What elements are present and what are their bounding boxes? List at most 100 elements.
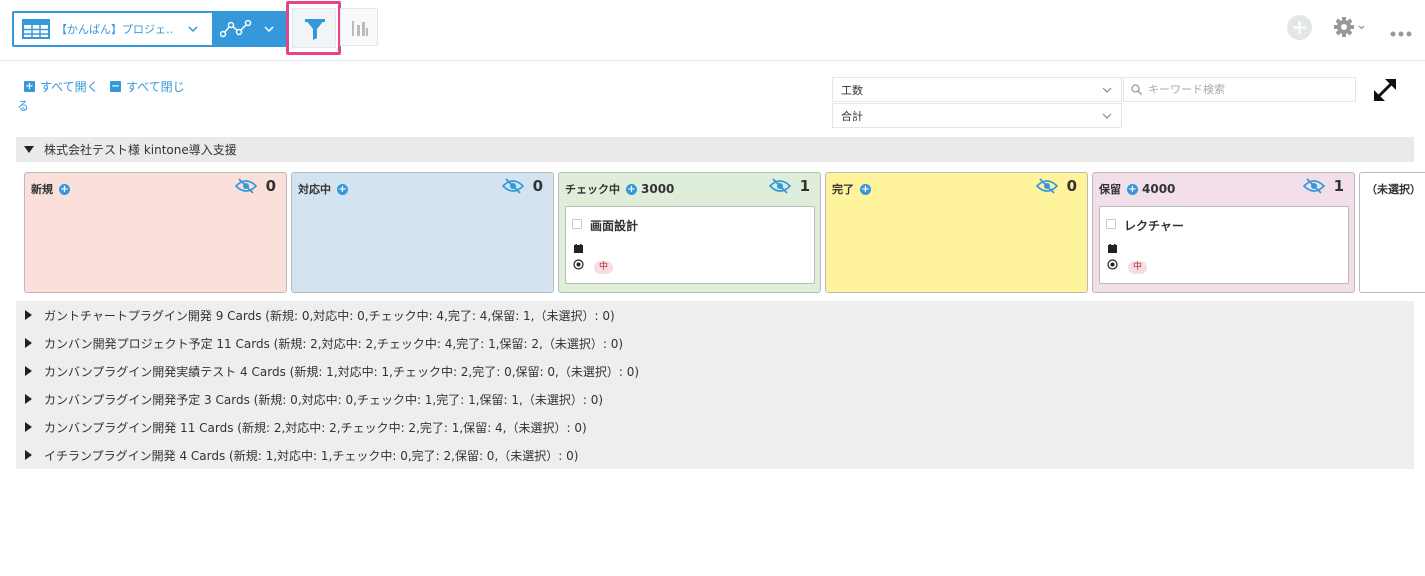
chart-view-button[interactable]: [340, 8, 378, 46]
settings-button[interactable]: [1333, 15, 1369, 40]
group-summary: イチランプラグイン開発 4 Cards (新規: 1,対応中: 1,チェック中:…: [44, 448, 579, 463]
search-input[interactable]: [1148, 83, 1348, 96]
column-count: 0: [265, 177, 276, 195]
view-name: 【かんばん】プロジェ…: [56, 23, 174, 36]
add-card-icon[interactable]: +: [626, 183, 637, 195]
kanban-column: 対応中 + 0: [291, 172, 554, 293]
caret-right-icon: [25, 422, 32, 432]
column-header: （未選択）: [1366, 181, 1421, 197]
chevron-down-icon: [1102, 87, 1112, 93]
field-select[interactable]: 工数: [832, 77, 1122, 102]
kanban-card[interactable]: 画面設計 中: [565, 206, 815, 284]
column-label: （未選択）: [1366, 183, 1421, 196]
caret-right-icon: [25, 366, 32, 376]
eye-slash-icon[interactable]: [1303, 178, 1325, 194]
more-icon: [1390, 31, 1412, 37]
chevron-down-icon: [264, 26, 274, 33]
group-summary: カンバンプラグイン開発 11 Cards (新規: 2,対応中: 2,チェック中…: [44, 420, 587, 435]
more-button[interactable]: [1390, 23, 1412, 37]
chevron-down-icon: [188, 26, 198, 33]
add-card-icon[interactable]: +: [860, 183, 871, 195]
group-summary: カンバンプラグイン開発実績テスト 4 Cards (新規: 1,対応中: 1,チ…: [44, 364, 640, 379]
kanban-card[interactable]: レクチャー 中: [1099, 206, 1349, 284]
search-icon: [1131, 84, 1142, 95]
view-select[interactable]: 【かんばん】プロジェ…: [14, 13, 212, 45]
project-group-header[interactable]: 株式会社テスト様 kintone導入支援: [16, 137, 1414, 162]
open-all-label: すべて開く: [40, 80, 99, 94]
table-icon: [22, 19, 50, 39]
column-header: 新規 +: [31, 181, 70, 197]
fullscreen-button[interactable]: [1371, 76, 1399, 104]
open-all-button[interactable]: + すべて開く: [24, 78, 99, 95]
filter-icon: [305, 19, 325, 40]
column-header: 保留 + 4000: [1099, 181, 1175, 197]
gear-icon: [1334, 17, 1365, 37]
add-card-icon[interactable]: +: [59, 183, 70, 195]
aggregate-select-value: 合計: [841, 109, 863, 123]
collapsed-group-row[interactable]: カンバンプラグイン開発 11 Cards (新規: 2,対応中: 2,チェック中…: [16, 413, 1414, 441]
caret-down-icon: [24, 146, 34, 153]
column-count: 0: [532, 177, 543, 195]
collapsed-groups: ガントチャートプラグイン開発 9 Cards (新規: 0,対応中: 0,チェッ…: [16, 301, 1414, 469]
eye-slash-icon[interactable]: [1036, 178, 1058, 194]
column-header: 完了 +: [832, 181, 871, 197]
filter-button[interactable]: [292, 8, 336, 48]
kanban-column: チェック中 + 3000 1 画面設計 中: [558, 172, 821, 293]
column-count: 0: [1066, 177, 1077, 195]
caret-right-icon: [25, 338, 32, 348]
aggregate-select[interactable]: 合計: [832, 103, 1122, 128]
add-card-icon[interactable]: +: [1127, 183, 1138, 195]
column-count: 1: [799, 177, 810, 195]
field-select-value: 工数: [841, 83, 863, 97]
group-summary: カンバン開発プロジェクト予定 11 Cards (新規: 2,対応中: 2,チェ…: [44, 336, 624, 351]
plus-square-icon: +: [24, 81, 35, 92]
caret-right-icon: [25, 450, 32, 460]
add-card-icon[interactable]: +: [337, 183, 348, 195]
bar-chart-icon: [352, 21, 368, 36]
collapsed-group-row[interactable]: ガントチャートプラグイン開発 9 Cards (新規: 0,対応中: 0,チェッ…: [16, 301, 1414, 329]
chevron-down-icon: [1102, 113, 1112, 119]
view-switcher: 【かんばん】プロジェ…: [12, 11, 288, 47]
radio-icon: [573, 259, 584, 270]
close-all-label: すべて閉じ: [126, 80, 185, 94]
close-all-label-wrap[interactable]: る: [17, 97, 29, 114]
card-checkbox[interactable]: [572, 219, 582, 229]
eye-slash-icon[interactable]: [769, 178, 791, 194]
expand-icon: [1373, 78, 1397, 102]
column-label: 完了: [832, 183, 854, 196]
priority-badge: 中: [594, 261, 614, 274]
eye-slash-icon[interactable]: [235, 178, 257, 194]
kanban-columns: 新規 + 0 対応中 + 0 チェック中 + 3000 1 画面設計 中 完了 …: [24, 172, 1425, 294]
keyword-search: [1123, 77, 1356, 102]
project-title: 株式会社テスト様 kintone導入支援: [44, 143, 237, 157]
graph-select[interactable]: [212, 13, 286, 45]
caret-right-icon: [25, 394, 32, 404]
minus-square-icon: −: [110, 81, 121, 92]
card-title: 画面設計: [590, 219, 639, 233]
kanban-column: 完了 + 0: [825, 172, 1088, 293]
column-label: 保留: [1099, 183, 1121, 196]
graph-icon: [220, 20, 252, 38]
column-label: 対応中: [298, 183, 331, 196]
card-checkbox[interactable]: [1106, 219, 1116, 229]
calendar-icon: [1108, 244, 1117, 253]
column-header: チェック中 + 3000: [565, 181, 674, 197]
group-summary: カンバンプラグイン開発予定 3 Cards (新規: 0,対応中: 0,チェック…: [44, 392, 604, 407]
kanban-column: 保留 + 4000 1 レクチャー 中: [1092, 172, 1355, 293]
column-sum: 4000: [1142, 182, 1176, 196]
card-title: レクチャー: [1124, 219, 1184, 233]
column-count: 1: [1333, 177, 1344, 195]
collapsed-group-row[interactable]: カンバンプラグイン開発実績テスト 4 Cards (新規: 1,対応中: 1,チ…: [16, 357, 1414, 385]
add-record-button[interactable]: [1287, 15, 1312, 40]
calendar-icon: [574, 244, 583, 253]
group-summary: ガントチャートプラグイン開発 9 Cards (新規: 0,対応中: 0,チェッ…: [44, 308, 615, 323]
column-sum: 3000: [641, 182, 675, 196]
eye-slash-icon[interactable]: [502, 178, 524, 194]
collapsed-group-row[interactable]: イチランプラグイン開発 4 Cards (新規: 1,対応中: 1,チェック中:…: [16, 441, 1414, 469]
collapsed-group-row[interactable]: カンバンプラグイン開発予定 3 Cards (新規: 0,対応中: 0,チェック…: [16, 385, 1414, 413]
collapsed-group-row[interactable]: カンバン開発プロジェクト予定 11 Cards (新規: 2,対応中: 2,チェ…: [16, 329, 1414, 357]
column-header: 対応中 +: [298, 181, 348, 197]
close-all-button[interactable]: − すべて閉じ: [110, 78, 185, 95]
toolbar: 【かんばん】プロジェ…: [0, 0, 1425, 61]
column-label: 新規: [31, 183, 53, 196]
